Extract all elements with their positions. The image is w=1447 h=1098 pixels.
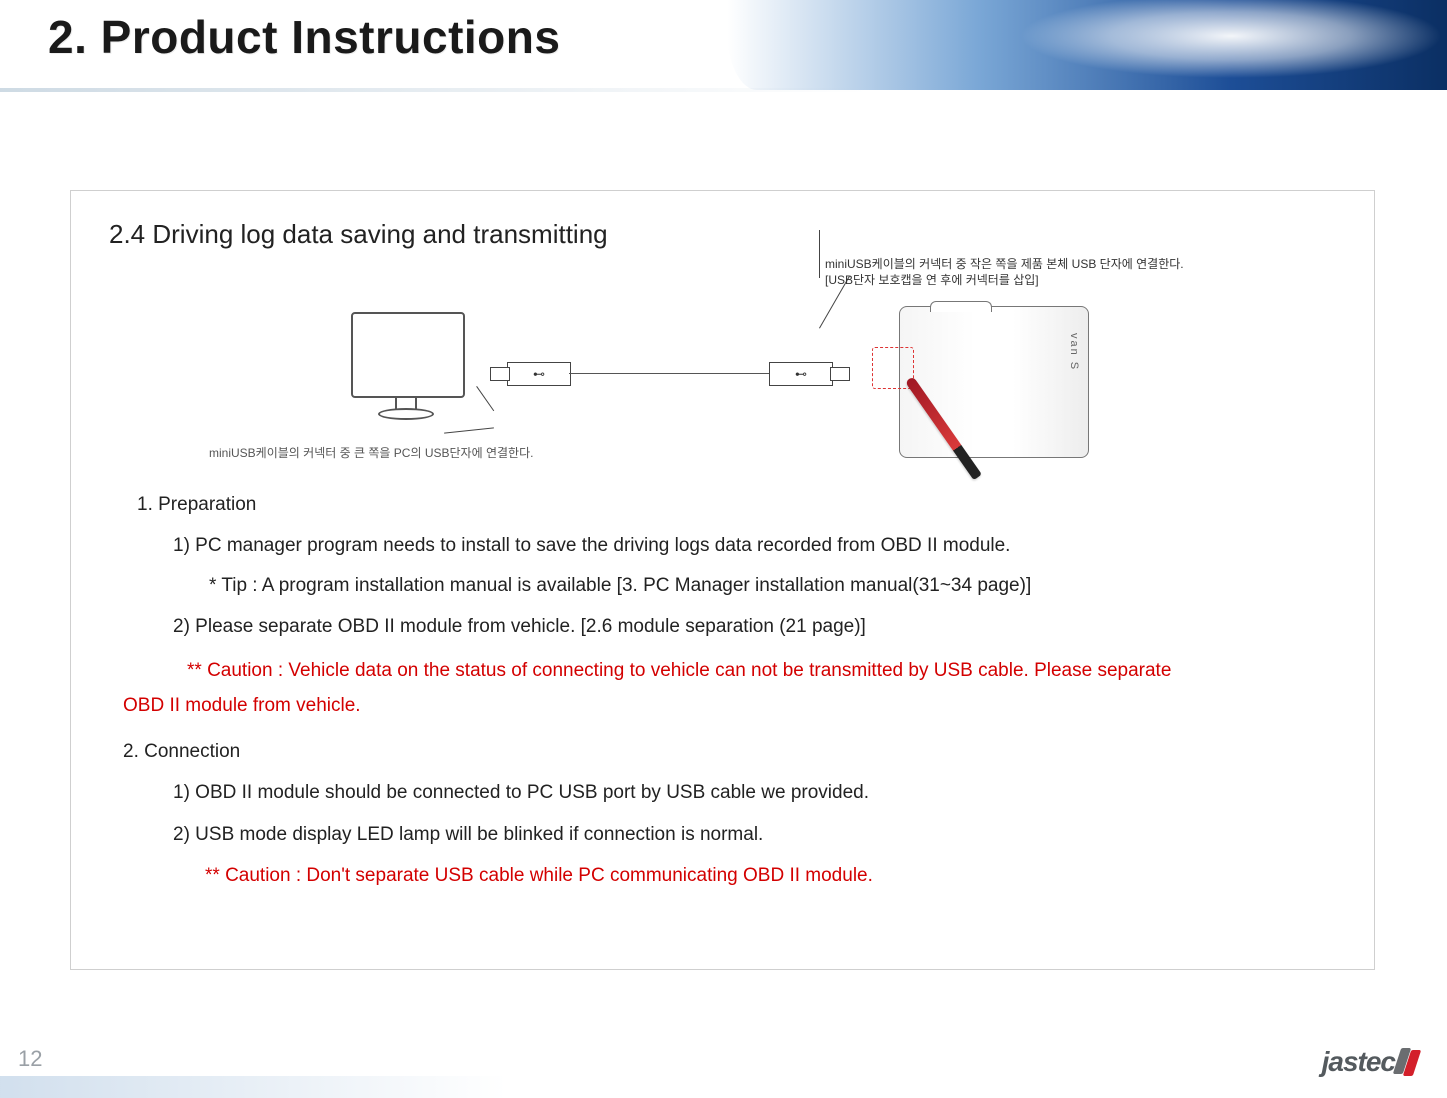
section-heading: 2.4 Driving log data saving and transmit… bbox=[109, 219, 1346, 250]
caution-1-line-a: ** Caution : Vehicle data on the status … bbox=[187, 656, 1346, 685]
brand-logo-text: jastec bbox=[1322, 1046, 1395, 1078]
callout-line bbox=[444, 427, 494, 433]
usb-glyph-icon: ⊷ bbox=[795, 367, 807, 381]
usb-glyph-icon: ⊷ bbox=[533, 367, 545, 381]
caution-2: ** Caution : Don't separate USB cable wh… bbox=[205, 861, 1346, 890]
diagram-caption-right-line2: [USB단자 보호캡을 연 후에 커넥터를 삽입] bbox=[825, 272, 1184, 288]
device-label: van S bbox=[1068, 333, 1080, 371]
diagram-caption-right-line1: miniUSB케이블의 커넥터 중 작은 쪽을 제품 본체 USB 단자에 연결… bbox=[825, 256, 1184, 272]
step-preparation-tip: * Tip : A program installation manual is… bbox=[209, 571, 1346, 600]
header-sky-decor bbox=[727, 0, 1447, 90]
brand-logo-icon bbox=[1397, 1048, 1421, 1076]
monitor-icon bbox=[351, 312, 461, 420]
callout-line bbox=[819, 230, 821, 278]
caution-1-line-b: OBD II module from vehicle. bbox=[123, 691, 1346, 720]
footer-decor bbox=[0, 1076, 1447, 1098]
usb-plug-a-icon: ⊷ bbox=[507, 362, 571, 386]
page-title: 2. Product Instructions bbox=[48, 10, 560, 64]
callout-line bbox=[476, 386, 494, 411]
page-title-wrap: 2. Product Instructions bbox=[48, 10, 560, 64]
step-preparation-title: 1. Preparation bbox=[137, 490, 1346, 519]
step-connection-2: 2) USB mode display LED lamp will be bli… bbox=[173, 820, 1346, 849]
step-connection-title: 2. Connection bbox=[123, 737, 1346, 766]
usb-cable-line bbox=[569, 373, 769, 374]
page-number: 12 bbox=[18, 1046, 42, 1072]
obd-device-icon: van S bbox=[899, 306, 1089, 458]
diagram-caption-right: miniUSB케이블의 커넥터 중 작은 쪽을 제품 본체 USB 단자에 연결… bbox=[825, 256, 1184, 288]
usb-plug-b-icon: ⊷ bbox=[769, 362, 833, 386]
diagram-caption-left: miniUSB케이블의 커넥터 중 큰 쪽을 PC의 USB단자에 연결한다. bbox=[209, 444, 533, 461]
content-card: 2.4 Driving log data saving and transmit… bbox=[70, 190, 1375, 970]
header-underline bbox=[0, 88, 1447, 92]
step-preparation-2: 2) Please separate OBD II module from ve… bbox=[173, 612, 1346, 641]
connection-diagram: miniUSB케이블의 커넥터 중 큰 쪽을 PC의 USB단자에 연결한다. … bbox=[99, 254, 1346, 474]
instructions-body: 1. Preparation 1) PC manager program nee… bbox=[99, 490, 1346, 890]
step-preparation-1: 1) PC manager program needs to install t… bbox=[173, 531, 1346, 560]
step-connection-1: 1) OBD II module should be connected to … bbox=[173, 778, 1346, 807]
brand-logo: jastec bbox=[1322, 1046, 1421, 1078]
